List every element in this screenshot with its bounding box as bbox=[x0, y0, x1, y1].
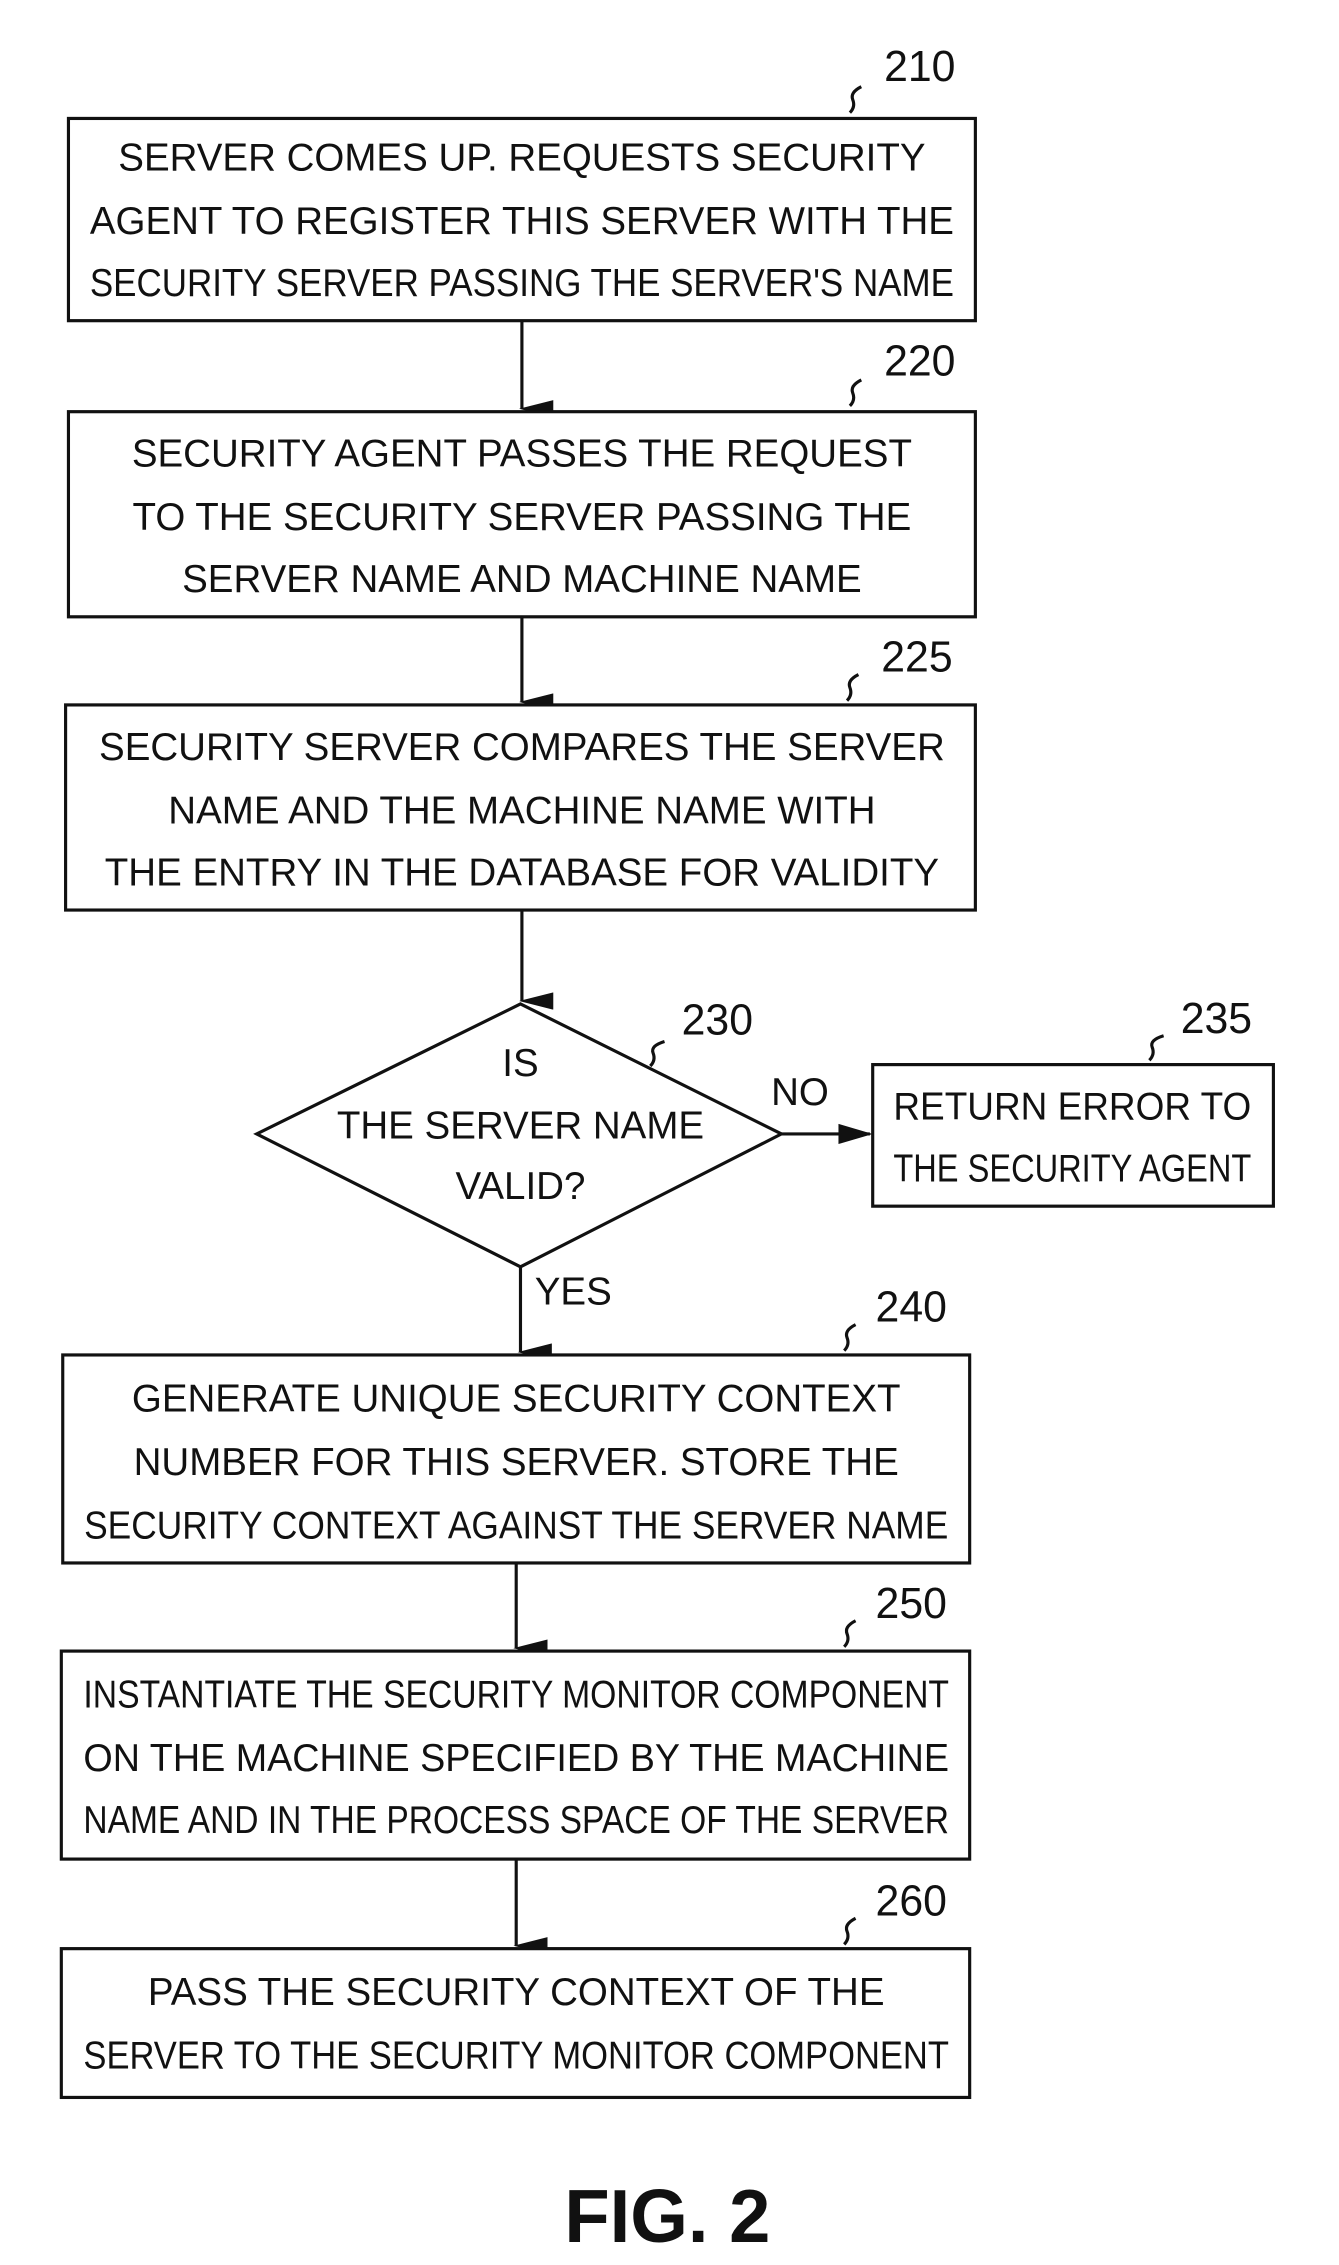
step-text-line: NAME AND THE MACHINE NAME WITH bbox=[168, 789, 875, 832]
reference-number: 250 bbox=[876, 1580, 947, 1628]
edge-label-no: NO bbox=[771, 1071, 829, 1114]
step-text-line: SERVER COMES UP. REQUESTS SECURITY bbox=[118, 136, 925, 179]
leader-line bbox=[843, 1323, 857, 1352]
leader-line bbox=[1148, 1034, 1165, 1062]
leader-line bbox=[845, 673, 860, 702]
step-text-line: INSTANTIATE THE SECURITY MONITOR COMPONE… bbox=[83, 1673, 949, 1716]
step-text-line: SERVER NAME AND MACHINE NAME bbox=[182, 558, 862, 601]
reference-number: 210 bbox=[884, 43, 955, 91]
leader-line bbox=[843, 1916, 857, 1946]
step-text-line: AGENT TO REGISTER THIS SERVER WITH THE bbox=[90, 200, 954, 243]
decision-text-line: THE SERVER NAME bbox=[337, 1104, 704, 1147]
step-text-line: NAME AND IN THE PROCESS SPACE OF THE SER… bbox=[83, 1799, 949, 1842]
leader-line bbox=[848, 85, 863, 114]
decision-text-line: VALID? bbox=[456, 1165, 586, 1208]
leader-line bbox=[848, 378, 863, 408]
step-235: RETURN ERROR TO THE SECURITY AGENT 235 bbox=[871, 995, 1275, 1208]
figure-caption: FIG. 2 bbox=[564, 2173, 770, 2258]
step-text-line: RETURN ERROR TO bbox=[893, 1085, 1251, 1128]
step-210: SERVER COMES UP. REQUESTS SECURITY AGENT… bbox=[66, 43, 977, 323]
step-text-line: GENERATE UNIQUE SECURITY CONTEXT bbox=[132, 1377, 901, 1420]
leader-line bbox=[649, 1039, 665, 1068]
reference-number: 260 bbox=[876, 1877, 947, 1925]
edge-label-yes: YES bbox=[535, 1270, 612, 1313]
step-240: GENERATE UNIQUE SECURITY CONTEXT NUMBER … bbox=[61, 1283, 972, 1565]
flowchart: SERVER COMES UP. REQUESTS SECURITY AGENT… bbox=[59, 43, 1275, 2258]
reference-number: 225 bbox=[881, 633, 952, 681]
reference-number: 240 bbox=[876, 1283, 947, 1331]
step-text-line: SECURITY SERVER PASSING THE SERVER'S NAM… bbox=[90, 262, 954, 305]
reference-number: 230 bbox=[682, 996, 753, 1044]
step-text-line: THE SECURITY AGENT bbox=[893, 1147, 1251, 1190]
step-text-line: SECURITY AGENT PASSES THE REQUEST bbox=[132, 432, 912, 475]
decision-text-line: IS bbox=[502, 1042, 538, 1085]
step-text-line: THE ENTRY IN THE DATABASE FOR VALIDITY bbox=[105, 851, 939, 894]
step-text-line: SECURITY SERVER COMPARES THE SERVER bbox=[99, 726, 945, 769]
reference-number: 220 bbox=[884, 337, 955, 385]
step-text-line: TO THE SECURITY SERVER PASSING THE bbox=[133, 496, 912, 539]
leader-line bbox=[843, 1619, 857, 1648]
reference-number: 235 bbox=[1181, 995, 1252, 1043]
step-text-line: SERVER TO THE SECURITY MONITOR COMPONENT bbox=[83, 2034, 949, 2077]
arrowhead bbox=[838, 1123, 873, 1145]
step-text-line: ON THE MACHINE SPECIFIED BY THE MACHINE bbox=[83, 1737, 949, 1780]
decision-230: IS THE SERVER NAME VALID? 230 bbox=[253, 996, 785, 1269]
step-text-line: NUMBER FOR THIS SERVER. STORE THE bbox=[134, 1441, 899, 1484]
step-text-line: PASS THE SECURITY CONTEXT OF THE bbox=[148, 1971, 885, 2014]
step-text-line: SECURITY CONTEXT AGAINST THE SERVER NAME bbox=[84, 1504, 948, 1547]
